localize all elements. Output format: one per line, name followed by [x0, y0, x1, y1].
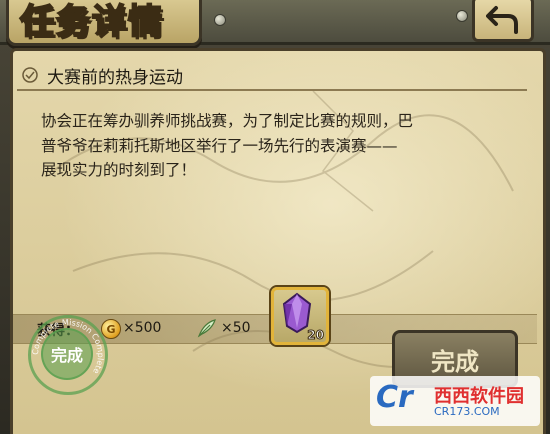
stamp-label: 完成 [41, 328, 93, 380]
rivet [456, 10, 468, 22]
quest-description: 协会正在筹办驯养师挑战赛，为了制定比赛的规则，巴 普爷爷在莉莉托斯地区举行了一场… [41, 112, 414, 179]
back-button[interactable] [472, 0, 534, 42]
watermark-logo: Cr [376, 380, 413, 415]
site-watermark: Cr 西西软件园 CR173.COM [370, 376, 540, 426]
gem-count: 20 [307, 328, 325, 343]
quest-title: 大赛前的热身运动 [47, 68, 183, 88]
back-arrow-icon [486, 6, 518, 34]
rivet [214, 14, 226, 26]
quest-header: 大赛前的热身运动 [17, 63, 527, 91]
feather-amount: ×50 [221, 320, 251, 336]
quest-bullet-icon [22, 67, 38, 83]
gem-reward-slot[interactable]: 20 [271, 287, 329, 345]
feather-icon [197, 319, 216, 338]
watermark-url: CR173.COM [434, 405, 500, 418]
complete-mission-stamp: Complete Mission Complete 完成 [28, 315, 108, 395]
page-title: 任务详情 [19, 1, 164, 43]
coin-amount: ×500 [123, 320, 162, 336]
